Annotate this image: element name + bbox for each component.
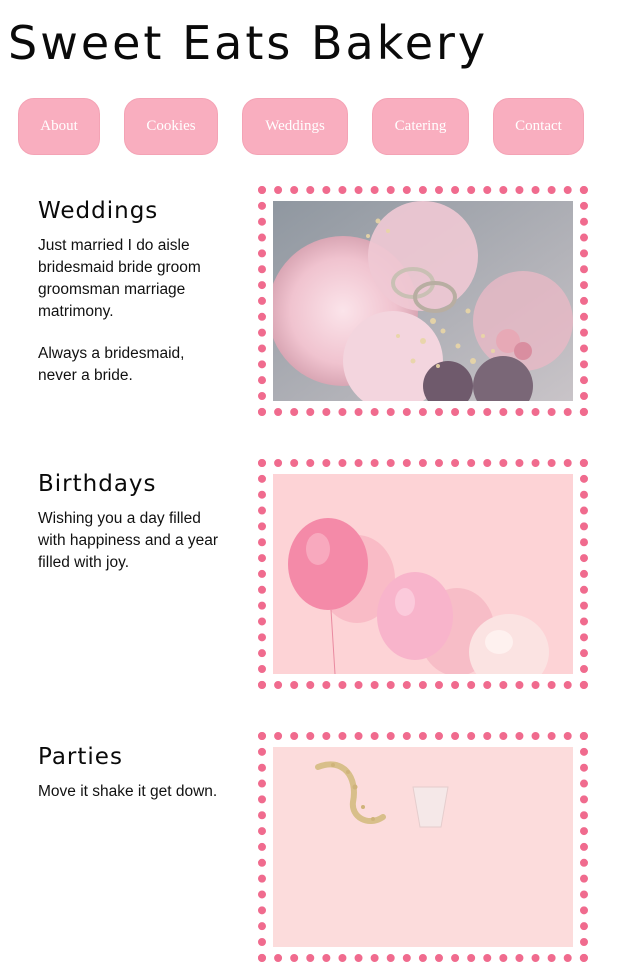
nav-contact-button[interactable]: Contact bbox=[493, 98, 584, 155]
section-text: Just married I do aisle bridesmaid bride… bbox=[38, 235, 223, 407]
photo-frame bbox=[258, 186, 588, 416]
section-heading: Birthdays bbox=[38, 471, 157, 497]
main-nav: About Cookies Weddings Catering Contact bbox=[0, 98, 617, 158]
section-heading: Weddings bbox=[38, 198, 159, 224]
nav-cookies-button[interactable]: Cookies bbox=[124, 98, 218, 155]
section-text: Move it shake it get down. bbox=[38, 781, 223, 823]
section-paragraph: Always a bridesmaid, never a bride. bbox=[38, 345, 185, 384]
party-glitter-image bbox=[273, 747, 573, 947]
section-paragraph: Move it shake it get down. bbox=[38, 783, 218, 800]
nav-about-button[interactable]: About bbox=[18, 98, 100, 155]
section-text: Wishing you a day filled with happiness … bbox=[38, 508, 223, 594]
section-paragraph: Wishing you a day filled with happiness … bbox=[38, 510, 219, 571]
section-heading: Parties bbox=[38, 744, 123, 770]
section-paragraph: Just married I do aisle bridesmaid bride… bbox=[38, 237, 201, 320]
nav-weddings-button[interactable]: Weddings bbox=[242, 98, 348, 155]
site-title: Sweet Eats Bakery bbox=[8, 16, 489, 70]
photo-frame bbox=[258, 732, 588, 962]
photo-frame bbox=[258, 459, 588, 689]
pink-balloons-image bbox=[273, 474, 573, 674]
nav-catering-button[interactable]: Catering bbox=[372, 98, 469, 155]
wedding-rings-image bbox=[273, 201, 573, 401]
